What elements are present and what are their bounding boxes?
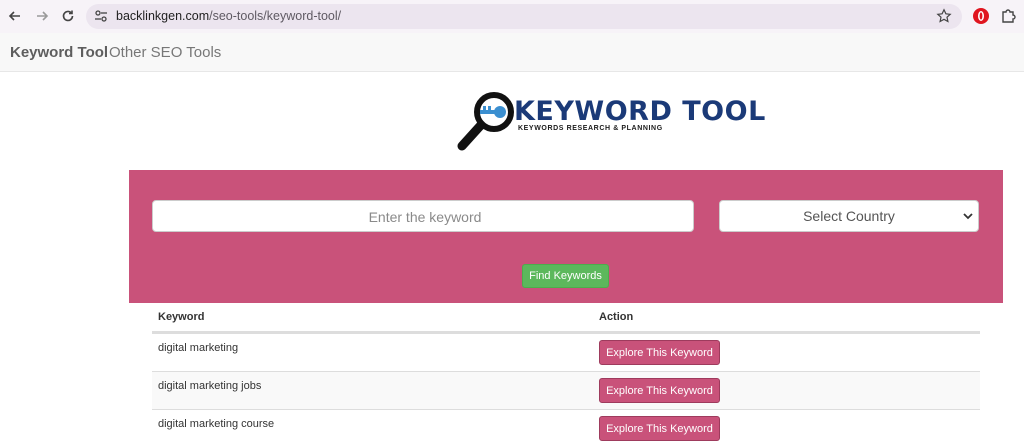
keyword-input[interactable] bbox=[153, 201, 697, 233]
header-keyword: Keyword bbox=[158, 311, 205, 323]
country-select-value: Select Country bbox=[803, 208, 895, 224]
opera-extension-icon[interactable] bbox=[972, 7, 990, 25]
find-keywords-button[interactable]: Find Keywords bbox=[522, 264, 609, 288]
keyword-results-table: Keyword Action digital marketing Explore… bbox=[152, 303, 980, 447]
search-panel: Select Country Find Keywords bbox=[129, 170, 1003, 303]
keyword-input-wrapper[interactable] bbox=[152, 200, 697, 233]
address-bar[interactable]: backlinkgen.com/seo-tools/keyword-tool/ bbox=[86, 4, 962, 29]
keyword-cell: digital marketing jobs bbox=[158, 380, 262, 392]
explore-keyword-button[interactable]: Explore This Keyword bbox=[599, 416, 720, 441]
logo-subtitle: KEYWORDS RESEARCH & PLANNING bbox=[518, 125, 663, 132]
site-info-icon[interactable] bbox=[94, 9, 108, 23]
header-action: Action bbox=[599, 311, 634, 323]
table-header: Keyword Action bbox=[152, 303, 980, 333]
table-row: digital marketing course Explore This Ke… bbox=[152, 409, 980, 447]
back-icon[interactable] bbox=[4, 5, 26, 27]
url-path: /seo-tools/keyword-tool/ bbox=[209, 9, 342, 23]
country-select[interactable]: Select Country bbox=[719, 200, 979, 232]
nav-link-other-seo-tools[interactable]: Other SEO Tools bbox=[109, 44, 221, 61]
url-text: backlinkgen.com/seo-tools/keyword-tool/ bbox=[116, 9, 341, 23]
keyword-cell: digital marketing bbox=[158, 342, 239, 354]
keyword-cell: digital marketing course bbox=[158, 418, 275, 430]
url-host: backlinkgen.com bbox=[116, 9, 210, 23]
browser-toolbar: backlinkgen.com/seo-tools/keyword-tool/ bbox=[0, 0, 1024, 34]
chevron-down-icon bbox=[963, 213, 973, 220]
site-navbar: Keyword Tool Other SEO Tools bbox=[0, 33, 1024, 72]
star-icon[interactable] bbox=[936, 8, 952, 24]
nav-brand[interactable]: Keyword Tool bbox=[10, 44, 108, 61]
forward-icon[interactable] bbox=[31, 5, 53, 27]
explore-keyword-button[interactable]: Explore This Keyword bbox=[599, 340, 720, 365]
table-row: digital marketing jobs Explore This Keyw… bbox=[152, 371, 980, 409]
explore-keyword-button[interactable]: Explore This Keyword bbox=[599, 378, 720, 403]
table-row: digital marketing Explore This Keyword bbox=[152, 333, 980, 371]
extensions-icon[interactable] bbox=[999, 7, 1017, 25]
reload-icon[interactable] bbox=[57, 5, 79, 27]
logo-title: KEYWORD TOOL bbox=[514, 96, 766, 127]
